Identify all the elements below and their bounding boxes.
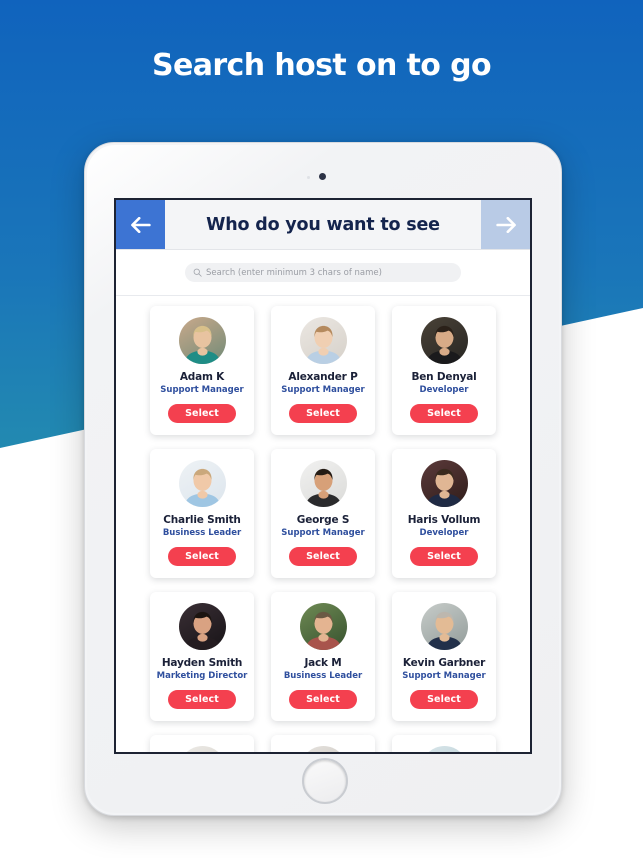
person-role: Support Manager — [402, 671, 486, 681]
avatar — [299, 317, 347, 364]
person-name: Kevin Garbner — [402, 657, 486, 669]
person-name: George S — [296, 514, 350, 526]
search-placeholder: Search (enter minimum 3 chars of name) — [206, 267, 382, 278]
person-card[interactable]: Adam K Support Manager Select — [150, 306, 254, 435]
avatar — [420, 460, 468, 507]
person-name: Jack M — [304, 657, 342, 669]
person-card[interactable]: Ben Denyal Developer Select — [392, 306, 496, 435]
person-role: Support Manager — [160, 385, 244, 395]
select-button[interactable]: Select — [168, 690, 236, 709]
avatar — [420, 746, 468, 752]
avatar — [178, 317, 226, 364]
person-card-partial[interactable] — [271, 735, 375, 752]
app-header: Who do you want to see — [116, 200, 530, 250]
select-button[interactable]: Select — [410, 547, 478, 566]
person-role: Developer — [419, 528, 469, 538]
ambient-sensor-icon — [307, 176, 310, 179]
forward-button[interactable] — [481, 200, 530, 249]
avatar — [178, 460, 226, 507]
avatar — [420, 317, 468, 364]
select-button[interactable]: Select — [289, 690, 357, 709]
person-card[interactable]: Haris Vollum Developer Select — [392, 449, 496, 578]
avatar — [299, 746, 347, 752]
avatar — [178, 746, 226, 752]
home-button[interactable] — [302, 758, 348, 804]
person-role: Business Leader — [162, 528, 242, 538]
person-name: Hayden Smith — [161, 657, 243, 669]
person-role: Support Manager — [281, 528, 365, 538]
camera-icon — [319, 173, 326, 180]
person-card[interactable]: Hayden Smith Marketing Director Select — [150, 592, 254, 721]
select-button[interactable]: Select — [410, 690, 478, 709]
person-card-partial[interactable] — [150, 735, 254, 752]
search-input[interactable]: Search (enter minimum 3 chars of name) — [185, 263, 461, 282]
person-role: Developer — [419, 385, 469, 395]
person-name: Alexander P — [288, 371, 358, 383]
select-button[interactable]: Select — [289, 404, 357, 423]
person-card-grid: Adam K Support Manager Select Alexander P Su… — [116, 296, 530, 752]
select-button[interactable]: Select — [410, 404, 478, 423]
select-button[interactable]: Select — [289, 547, 357, 566]
avatar — [299, 603, 347, 650]
select-button[interactable]: Select — [168, 404, 236, 423]
select-button[interactable]: Select — [168, 547, 236, 566]
tablet-screen: Who do you want to see Search (enter min… — [114, 198, 532, 754]
person-role: Business Leader — [283, 671, 363, 681]
person-card[interactable]: Kevin Garbner Support Manager Select — [392, 592, 496, 721]
search-icon — [193, 268, 202, 277]
person-card-partial[interactable] — [392, 735, 496, 752]
app-title: Who do you want to see — [206, 214, 440, 235]
avatar — [299, 460, 347, 507]
avatar — [420, 603, 468, 650]
person-card[interactable]: Jack M Business Leader Select — [271, 592, 375, 721]
search-row: Search (enter minimum 3 chars of name) — [116, 250, 530, 296]
person-card[interactable]: George S Support Manager Select — [271, 449, 375, 578]
person-name: Ben Denyal — [411, 371, 477, 383]
page-title: Search host on to go — [151, 48, 492, 83]
avatar — [178, 603, 226, 650]
person-name: Haris Vollum — [407, 514, 481, 526]
person-card[interactable]: Charlie Smith Business Leader Select — [150, 449, 254, 578]
person-card[interactable]: Alexander P Support Manager Select — [271, 306, 375, 435]
tablet-device-frame: Who do you want to see Search (enter min… — [84, 142, 562, 816]
person-role: Marketing Director — [156, 671, 248, 681]
person-name: Adam K — [179, 371, 225, 383]
person-name: Charlie Smith — [163, 514, 241, 526]
back-button[interactable] — [116, 200, 165, 249]
person-role: Support Manager — [281, 385, 365, 395]
